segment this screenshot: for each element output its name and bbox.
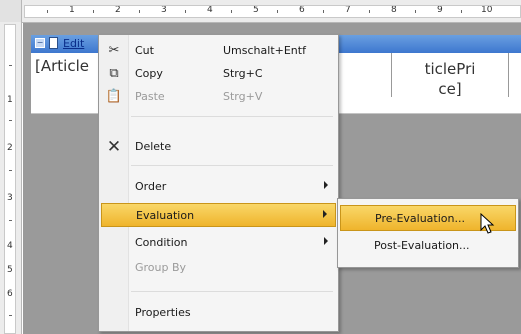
price-field-box[interactable]: ticlePri ce] [391,53,509,99]
menu-item-delete[interactable]: ✕ Delete [101,135,336,159]
menu-separator [131,165,333,166]
ruler-number: 5 [7,265,13,275]
article-field[interactable]: [Article [35,57,89,75]
copy-icon: ⧉ [109,66,119,81]
ruler-tick [323,10,324,13]
ruler-number: 8 [391,5,397,15]
vertical-ruler-scale: 1 2 3 4 5 6 [4,24,16,334]
submenu-item-label: Pre-Evaluation... [375,212,465,225]
ruler-tick [231,10,232,13]
menu-item-label: Evaluation [136,209,195,222]
submenu-arrow-icon [324,181,328,189]
submenu-arrow-icon [324,237,328,245]
ruler-tick [139,10,140,13]
menu-item-copy[interactable]: ⧉ Copy Strg+C [101,62,336,86]
ruler-number: 3 [161,5,167,15]
ruler-tick [415,10,416,13]
menu-item-shortcut: Strg+V [223,90,263,103]
menu-item-group-by[interactable]: Group By [101,256,336,280]
ruler-number: 2 [115,5,121,15]
menu-item-label: Paste [135,90,165,103]
ruler-number: 4 [207,5,213,15]
menu-item-order[interactable]: Order [101,175,336,199]
menu-item-shortcut: Umschalt+Entf [223,44,306,57]
submenu-arrow-icon [323,210,327,218]
menu-separator [131,291,333,292]
ruler-number: 1 [7,95,13,105]
ruler-tick [461,10,462,13]
ruler-corner [0,0,22,22]
menu-item-shortcut: Strg+C [223,67,263,80]
horizontal-ruler: 1 2 3 4 5 6 7 8 9 10 [0,0,521,23]
scissors-icon: ✂ [108,43,120,58]
paste-icon: 📋 [105,89,123,104]
submenu-item-label: Post-Evaluation... [374,239,470,252]
ruler-tick [277,10,278,13]
delete-x-icon: ✕ [106,137,122,157]
ruler-number: 5 [253,5,259,15]
ruler-tick [369,10,370,13]
collapse-toggle-icon[interactable]: − [35,38,45,48]
menu-item-label: Cut [135,44,154,57]
ruler-number: 9 [437,5,443,15]
menu-item-evaluation[interactable]: Evaluation [101,203,336,227]
menu-item-label: Group By [135,261,187,274]
price-field-text: ticlePri ce] [410,59,490,99]
ruler-number: 7 [345,5,351,15]
menu-item-label: Order [135,180,167,193]
document-icon [49,37,58,49]
menu-item-label: Properties [135,306,191,319]
mouse-cursor-icon [480,213,495,234]
ruler-number: 10 [481,5,493,15]
ruler-tick [9,120,12,121]
menu-item-condition[interactable]: Condition [101,231,336,255]
menu-separator [131,116,333,117]
ruler-number: 6 [299,5,305,15]
ruler-tick [47,10,48,13]
ruler-number: 6 [7,289,13,299]
ruler-tick [93,10,94,13]
ruler-tick [9,65,12,66]
horizontal-ruler-scale: 1 2 3 4 5 6 7 8 9 10 [24,5,521,18]
menu-item-cut[interactable]: ✂ Cut Umschalt+Entf [101,39,336,63]
band-title-link[interactable]: Edit [63,37,84,50]
ruler-number: 3 [7,193,13,203]
ruler-tick [9,220,12,221]
ruler-tick [185,10,186,13]
ruler-number: 2 [7,143,13,153]
submenu-item-post-evaluation[interactable]: Post-Evaluation... [340,233,516,259]
ruler-tick [9,170,12,171]
menu-item-label: Delete [135,140,172,153]
ruler-number: 1 [69,5,75,15]
menu-item-label: Condition [135,236,188,249]
price-field-line-1: ticlePri [424,60,476,78]
ruler-tick [9,315,12,316]
menu-item-paste[interactable]: 📋 Paste Strg+V [101,85,336,109]
ruler-number: 4 [7,241,13,251]
menu-item-properties[interactable]: Properties [101,301,336,325]
price-field-line-2: ce] [438,80,462,98]
menu-item-label: Copy [135,67,163,80]
context-menu: ✂ Cut Umschalt+Entf ⧉ Copy Strg+C 📋 Past… [98,34,339,332]
